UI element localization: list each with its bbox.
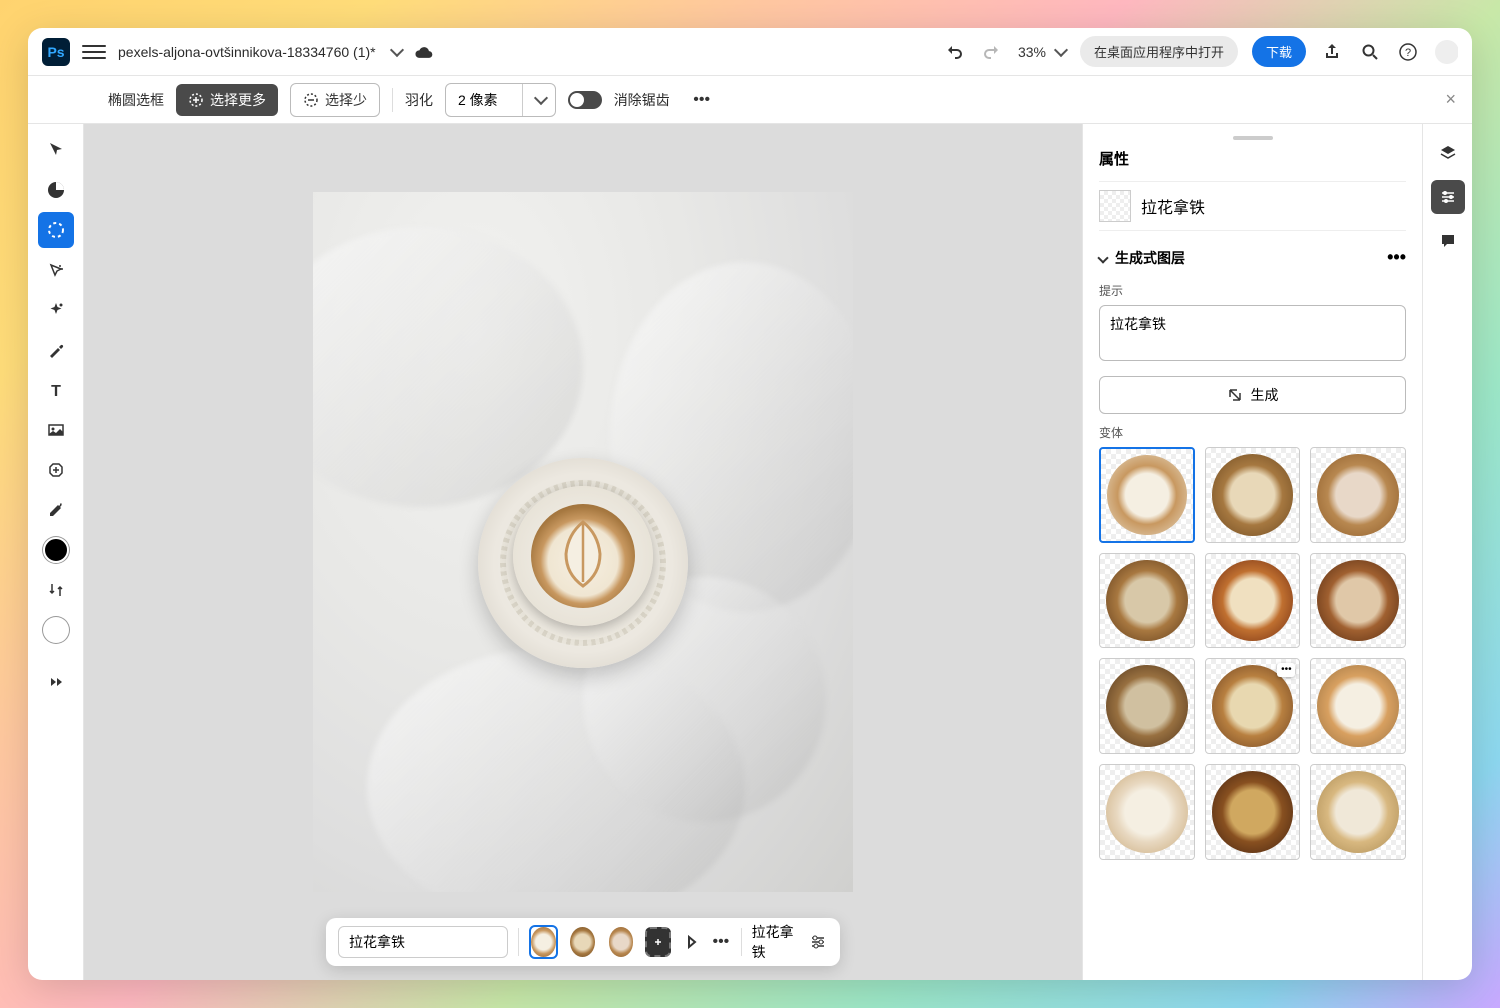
next-icon[interactable] <box>681 930 701 954</box>
share-icon[interactable] <box>1320 40 1344 64</box>
variant-options-icon[interactable]: ••• <box>1277 663 1295 677</box>
svg-text:T: T <box>51 383 61 400</box>
prompt-textarea[interactable]: 拉花拿铁 <box>1099 305 1406 361</box>
help-icon[interactable]: ? <box>1396 40 1420 64</box>
divider <box>392 88 393 112</box>
swap-colors-tool[interactable] <box>38 572 74 608</box>
variants-grid: ••• <box>1099 447 1406 860</box>
variant-thumb-1[interactable] <box>529 925 558 959</box>
variant-8[interactable]: ••• <box>1205 658 1301 754</box>
quick-select-tool[interactable] <box>38 252 74 288</box>
chevron-down-icon <box>1054 42 1068 56</box>
zoom-level[interactable]: 33% <box>1018 44 1066 60</box>
image-tool[interactable] <box>38 412 74 448</box>
canvas-area[interactable]: ••• 拉花拿铁 <box>84 124 1082 980</box>
variant-6[interactable] <box>1310 553 1406 649</box>
photoshop-logo[interactable]: Ps <box>42 38 70 66</box>
brush-tool[interactable] <box>38 332 74 368</box>
redo-icon[interactable] <box>980 40 1004 64</box>
transform-tool[interactable] <box>38 172 74 208</box>
prompt-input-taskbar[interactable] <box>338 926 508 958</box>
top-bar: Ps pexels-aljona-ovtšinnikova-18334760 (… <box>28 28 1472 76</box>
select-less-button[interactable]: 选择少 <box>290 83 380 117</box>
search-icon[interactable] <box>1358 40 1382 64</box>
more-options-icon[interactable]: ••• <box>690 88 714 112</box>
variant-thumb-2[interactable] <box>568 925 597 959</box>
variant-7[interactable] <box>1099 658 1195 754</box>
variant-4[interactable] <box>1099 553 1195 649</box>
text-tool[interactable]: T <box>38 372 74 408</box>
spot-heal-tool[interactable] <box>38 452 74 488</box>
layer-row[interactable]: 拉花拿铁 <box>1099 181 1406 231</box>
variants-label: 变体 <box>1099 424 1406 441</box>
download-button[interactable]: 下载 <box>1252 36 1306 67</box>
antialias-label: 消除锯齿 <box>614 90 670 110</box>
settings-icon[interactable] <box>808 930 828 954</box>
add-variant-button[interactable] <box>645 927 671 957</box>
variant-3[interactable] <box>1310 447 1406 543</box>
close-icon[interactable]: × <box>1445 89 1456 110</box>
comments-tab-icon[interactable] <box>1431 224 1465 258</box>
eyedropper-tool[interactable] <box>38 492 74 528</box>
generative-taskbar: ••• 拉花拿铁 <box>326 918 840 966</box>
variant-thumb-3[interactable] <box>607 925 636 959</box>
svg-text:?: ? <box>1405 47 1411 59</box>
options-bar: 椭圆选框 选择更多 选择少 羽化 2 像素 消除锯齿 ••• × <box>28 76 1472 124</box>
properties-title: 属性 <box>1099 148 1406 169</box>
generate-button[interactable]: 生成 <box>1099 376 1406 414</box>
panel-handle[interactable] <box>1233 136 1273 140</box>
feather-input[interactable]: 2 像素 <box>445 83 556 117</box>
variant-12[interactable] <box>1310 764 1406 860</box>
variant-9[interactable] <box>1310 658 1406 754</box>
section-header-generative[interactable]: 生成式图层 ••• <box>1099 239 1406 276</box>
layers-tab-icon[interactable] <box>1431 136 1465 170</box>
chevron-down-icon[interactable] <box>390 42 404 56</box>
taskbar-label: 拉花拿铁 <box>752 922 798 962</box>
layer-thumbnail <box>1099 190 1131 222</box>
adjustments-tab-icon[interactable] <box>1431 180 1465 214</box>
undo-icon[interactable] <box>942 40 966 64</box>
expand-tools-icon[interactable] <box>38 664 74 700</box>
variant-5[interactable] <box>1205 553 1301 649</box>
menu-icon[interactable] <box>82 40 106 64</box>
right-rail <box>1422 124 1472 980</box>
prompt-label: 提示 <box>1099 282 1406 299</box>
avatar[interactable] <box>1434 40 1458 64</box>
move-tool[interactable] <box>38 132 74 168</box>
variant-1[interactable] <box>1099 447 1195 543</box>
layer-name: 拉花拿铁 <box>1141 194 1205 218</box>
marquee-tool[interactable] <box>38 212 74 248</box>
variant-10[interactable] <box>1099 764 1195 860</box>
main-area: T <box>28 124 1472 980</box>
app-window: Ps pexels-aljona-ovtšinnikova-18334760 (… <box>28 28 1472 980</box>
antialias-toggle[interactable] <box>568 91 602 109</box>
section-more-icon[interactable]: ••• <box>1387 247 1406 268</box>
tools-panel: T <box>28 124 84 980</box>
foreground-color[interactable] <box>38 532 74 568</box>
chevron-down-icon[interactable] <box>523 84 555 116</box>
open-in-desktop-button[interactable]: 在桌面应用程序中打开 <box>1080 36 1238 67</box>
tool-name-label: 椭圆选框 <box>108 90 164 110</box>
variant-2[interactable] <box>1205 447 1301 543</box>
background-color[interactable] <box>38 612 74 648</box>
select-more-button[interactable]: 选择更多 <box>176 84 278 116</box>
properties-panel: 属性 拉花拿铁 生成式图层 ••• 提示 拉花拿铁 生成 变体 ••• <box>1082 124 1422 980</box>
feather-label: 羽化 <box>405 90 433 110</box>
variant-11[interactable] <box>1205 764 1301 860</box>
canvas-image <box>313 192 853 892</box>
chevron-down-icon <box>1097 252 1108 263</box>
more-icon[interactable]: ••• <box>711 930 731 954</box>
cloud-icon[interactable] <box>414 45 434 59</box>
document-title[interactable]: pexels-aljona-ovtšinnikova-18334760 (1)* <box>118 44 376 60</box>
generative-tool[interactable] <box>38 292 74 328</box>
